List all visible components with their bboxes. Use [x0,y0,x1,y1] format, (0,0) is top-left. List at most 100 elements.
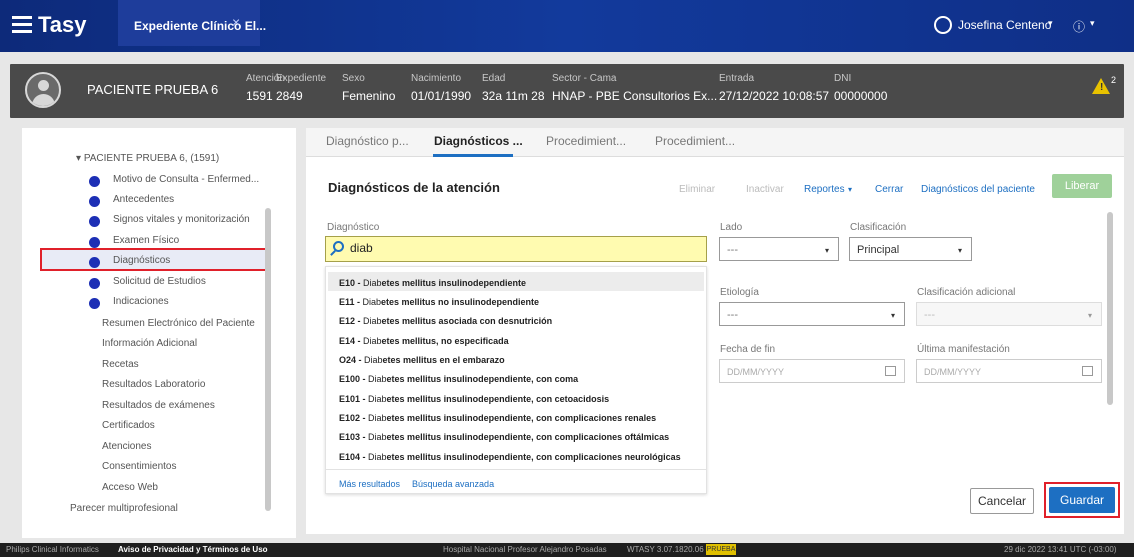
tree-item-informacion-adicional[interactable]: Información Adicional [102,338,197,349]
result-item[interactable]: E12 - Diabetes mellitus asociada con des… [339,316,552,326]
result-item[interactable]: E11 - Diabetes mellitus no insulinodepen… [339,297,539,307]
patient-avatar-icon [25,72,61,108]
reportes-button[interactable]: Reportes [804,184,845,195]
clasificacion-adicional-label: Clasificación adicional [917,287,1016,298]
field-value-entrada: 27/12/2022 10:08:57 [719,89,830,103]
field-value-edad: 32a 11m 28 [482,89,545,103]
diagnosticos-paciente-link[interactable]: Diagnósticos del paciente [921,184,1035,195]
liberar-button[interactable]: Liberar [1052,174,1112,198]
tab-diagnosticos[interactable]: Diagnósticos ... [434,134,523,148]
scrollbar[interactable] [265,208,271,511]
bullet-icon [89,216,100,227]
ultima-manifestacion-placeholder: DD/MM/YYYY [924,367,982,377]
bullet-icon [89,176,100,187]
tree-item-signos-vitales[interactable]: Signos vitales y monitorización [113,214,250,225]
clasificacion-label: Clasificación [850,222,907,233]
chevron-down-icon: ▾ [1088,311,1093,320]
tree-item-solicitud-estudios[interactable]: Solicitud de Estudios [113,276,206,287]
tree-item-indicaciones[interactable]: Indicaciones [113,296,169,307]
warning-count: 2 [1111,75,1117,85]
eliminar-button[interactable]: Eliminar [679,184,715,195]
privacy-link[interactable]: Aviso de Privacidad y Términos de Uso [118,545,268,554]
hamburger-menu-icon[interactable] [12,16,32,33]
tree-item-recetas[interactable]: Recetas [102,359,139,370]
lado-value: --- [727,244,738,256]
result-item[interactable]: E101 - Diabetes mellitus insulinodependi… [339,394,609,404]
tree-item-resultados-laboratorio[interactable]: Resultados Laboratorio [102,379,205,390]
field-label-sector: Sector - Cama [552,73,617,84]
tab-close-icon[interactable]: × [232,14,240,30]
chevron-down-icon[interactable]: ▾ [1090,18,1095,29]
search-icon [333,241,344,252]
tree-item-examen-fisico[interactable]: Examen Físico [113,235,179,246]
fecha-fin-placeholder: DD/MM/YYYY [727,367,785,377]
field-label-expediente: Expediente [276,73,327,84]
field-label-dni: DNI [834,73,852,84]
tab-procedimient-1[interactable]: Procedimient... [546,134,626,148]
save-button[interactable]: Guardar [1049,487,1115,513]
chevron-down-icon[interactable]: ▾ [1048,18,1053,29]
tree-item-atenciones[interactable]: Atenciones [102,441,151,452]
tree-item-certificados[interactable]: Certificados [102,420,155,431]
chevron-down-icon: ▾ [891,311,896,320]
fecha-fin-label: Fecha de fin [720,344,776,355]
field-value-sector: HNAP - PBE Consultorios Ex... [552,89,718,103]
search-value[interactable]: diab [350,241,373,255]
info-icon[interactable]: ⓘ [1073,18,1085,35]
section-title: Diagnósticos de la atención [328,180,500,195]
calendar-icon[interactable] [1082,366,1093,376]
result-item[interactable]: E103 - Diabetes mellitus insulinodependi… [339,432,669,442]
mas-resultados-link[interactable]: Más resultados [339,479,400,489]
tree-item-resumen[interactable]: Resumen Electrónico del Paciente [102,318,255,329]
diagnostico-search-input[interactable] [325,236,707,262]
field-value-atencion: 1591 [246,89,273,103]
user-menu[interactable]: Josefina Centeno [958,18,1051,32]
environment-badge: PRUEBA [706,544,736,555]
etiologia-select[interactable] [719,302,905,326]
tab-procedimient-2[interactable]: Procedimient... [655,134,735,148]
result-item[interactable]: E14 - Diabetes mellitus, no especificada [339,336,509,346]
footer-version: WTASY 3.07.1820.06 [627,545,704,554]
etiologia-value: --- [727,309,738,321]
tree-item-parecer[interactable]: Parecer multiprofesional [70,503,178,514]
bullet-icon [89,298,100,309]
tree-item-acceso-web[interactable]: Acceso Web [102,482,158,493]
ultima-manifestacion-label: Última manifestación [917,344,1010,355]
chevron-down-icon: ▾ [825,246,830,255]
result-item[interactable]: E104 - Diabetes mellitus insulinodependi… [339,452,681,462]
result-item[interactable]: E102 - Diabetes mellitus insulinodependi… [339,413,656,423]
etiologia-label: Etiología [720,287,759,298]
warning-mark: ! [1100,82,1104,93]
tree-item-antecedentes[interactable]: Antecedentes [113,194,174,205]
tree-root-patient[interactable]: ▾ PACIENTE PRUEBA 6, (1591) [76,153,219,164]
clasificacion-adicional-select[interactable] [916,302,1102,326]
clasificacion-value: Principal [857,244,900,256]
tab-label: Expediente Clínico El... [134,19,267,33]
bullet-icon [89,257,100,268]
tab-diagnostico-p[interactable]: Diagnóstico p... [326,134,409,148]
lado-label: Lado [720,222,743,233]
field-label-nacimiento: Nacimiento [411,73,462,84]
footer-company: Philips Clinical Informatics [6,545,99,554]
result-item[interactable]: O24 - Diabetes mellitus en el embarazo [339,355,505,365]
bullet-icon [89,278,100,289]
tree-item-consentimientos[interactable]: Consentimientos [102,461,176,472]
result-item[interactable]: E100 - Diabetes mellitus insulinodependi… [339,374,578,384]
inactivar-button[interactable]: Inactivar [746,184,784,195]
tree-item-diagnosticos[interactable]: Diagnósticos [113,255,170,266]
scrollbar[interactable] [1107,212,1113,405]
chevron-down-icon[interactable]: ▾ [848,185,852,194]
user-avatar-icon[interactable] [934,16,952,34]
calendar-icon[interactable] [885,366,896,376]
app-logo: Tasy [38,12,87,37]
result-item[interactable]: E10 - Diabetes mellitus insulinodependie… [339,278,526,288]
diagnostico-label: Diagnóstico [327,222,380,233]
cancel-button[interactable]: Cancelar [970,488,1034,514]
patient-name: PACIENTE PRUEBA 6 [87,82,219,97]
tree-item-resultados-examenes[interactable]: Resultados de exámenes [102,400,215,411]
tree-item-motivo-consulta[interactable]: Motivo de Consulta - Enfermed... [113,174,259,185]
field-label-edad: Edad [482,73,506,84]
field-label-sexo: Sexo [342,73,365,84]
busqueda-avanzada-link[interactable]: Búsqueda avanzada [412,479,494,489]
cerrar-button[interactable]: Cerrar [875,184,903,195]
